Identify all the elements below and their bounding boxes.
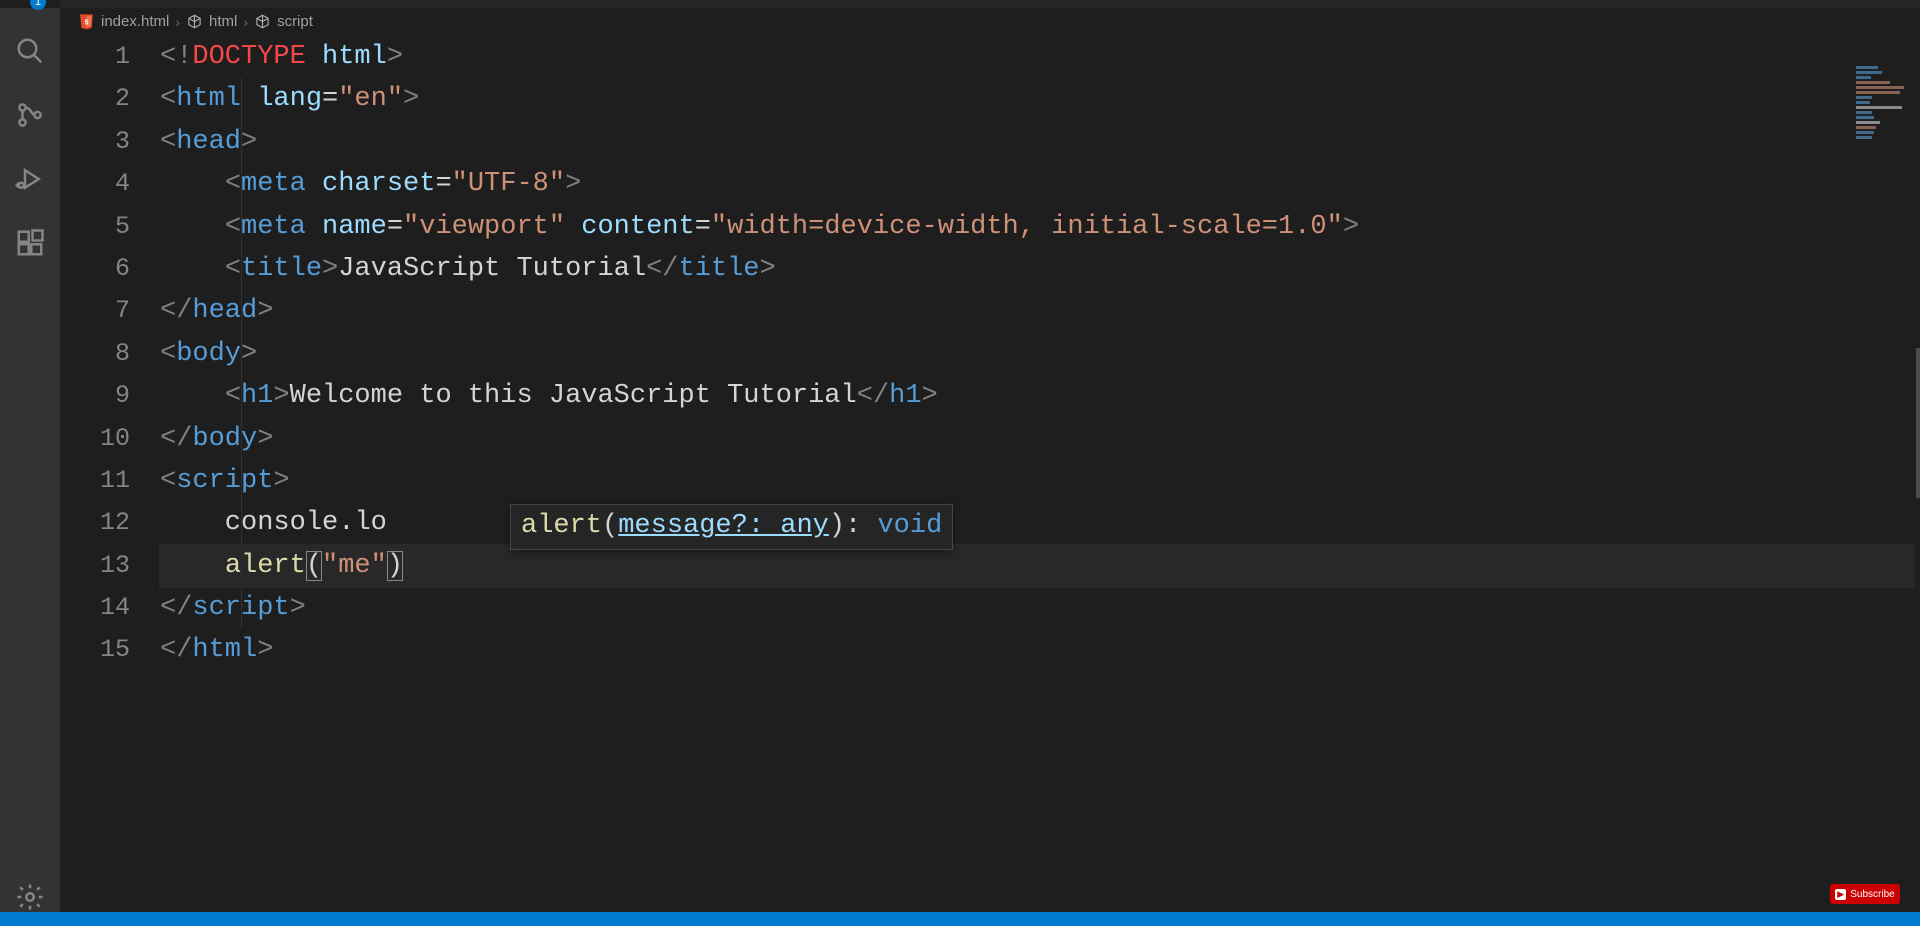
code-line[interactable]: </script> [160,587,1920,629]
line-number: 6 [60,248,130,290]
minimap-line [1856,106,1902,109]
symbol-module-icon [186,13,203,30]
breadcrumb-level1[interactable]: html [209,13,237,30]
code-editor[interactable]: 123456789101112131415 <!DOCTYPE html><ht… [60,36,1920,926]
code-line[interactable]: </head> [160,290,1920,332]
code-line[interactable]: </html> [160,629,1920,671]
svg-text:5: 5 [85,18,89,26]
breadcrumb[interactable]: 5 index.html › html › script [60,8,1920,36]
chevron-right-icon: › [243,14,248,30]
symbol-module-icon [254,13,271,30]
line-number: 12 [60,502,130,544]
minimap-line [1856,121,1880,124]
minimap-line [1856,101,1870,104]
minimap[interactable] [1856,66,1916,141]
code-line[interactable]: <html lang="en"> [160,78,1920,120]
line-number: 15 [60,629,130,671]
line-number: 5 [60,206,130,248]
minimap-line [1856,71,1882,74]
minimap-line [1856,111,1872,114]
code-line[interactable]: <head> [160,121,1920,163]
code-line[interactable]: <meta charset="UTF-8"> [160,163,1920,205]
line-number: 11 [60,460,130,502]
code-line[interactable]: alert("me") [160,545,1914,587]
line-number: 13 [60,545,130,587]
line-number: 7 [60,290,130,332]
breadcrumb-level2[interactable]: script [277,13,313,30]
breadcrumb-file[interactable]: index.html [101,13,169,30]
line-number: 14 [60,587,130,629]
line-number: 3 [60,121,130,163]
minimap-line [1856,86,1904,89]
code-line[interactable]: <!DOCTYPE html> [160,36,1920,78]
minimap-line [1856,131,1874,134]
line-number: 10 [60,418,130,460]
minimap-line [1856,96,1872,99]
extensions-icon[interactable] [15,228,45,258]
overview-ruler[interactable] [1916,348,1920,498]
signature-help-popup: alert(message?: any): void [510,504,953,550]
minimap-line [1856,91,1900,94]
minimap-line [1856,136,1872,139]
code-content[interactable]: <!DOCTYPE html><html lang="en"><head> <m… [160,36,1920,926]
minimap-line [1856,66,1878,69]
line-number: 8 [60,333,130,375]
search-icon[interactable] [15,36,45,66]
minimap-line [1856,126,1876,129]
code-line[interactable]: <h1>Welcome to this JavaScript Tutorial<… [160,375,1920,417]
run-debug-icon[interactable] [15,164,45,194]
line-number: 9 [60,375,130,417]
html-file-icon: 5 [78,13,95,30]
status-bar[interactable] [0,912,1920,926]
code-line[interactable]: <title>JavaScript Tutorial</title> [160,248,1920,290]
code-line[interactable]: </body> [160,418,1920,460]
code-line[interactable]: <meta name="viewport" content="width=dev… [160,206,1920,248]
line-number-gutter: 123456789101112131415 [60,36,160,926]
editor-tabbar [60,0,1920,8]
code-line[interactable]: console.lo [160,502,1920,544]
settings-gear-icon[interactable] [15,882,45,912]
subscribe-badge[interactable]: Subscribe [1830,884,1900,904]
code-line[interactable]: <script> [160,460,1920,502]
minimap-line [1856,116,1874,119]
code-line[interactable]: <body> [160,333,1920,375]
line-number: 1 [60,36,130,78]
activity-bar [0,8,60,926]
chevron-right-icon: › [175,14,180,30]
line-number: 2 [60,78,130,120]
line-number: 4 [60,163,130,205]
minimap-line [1856,76,1871,79]
source-control-icon[interactable] [15,100,45,130]
minimap-line [1856,81,1890,84]
